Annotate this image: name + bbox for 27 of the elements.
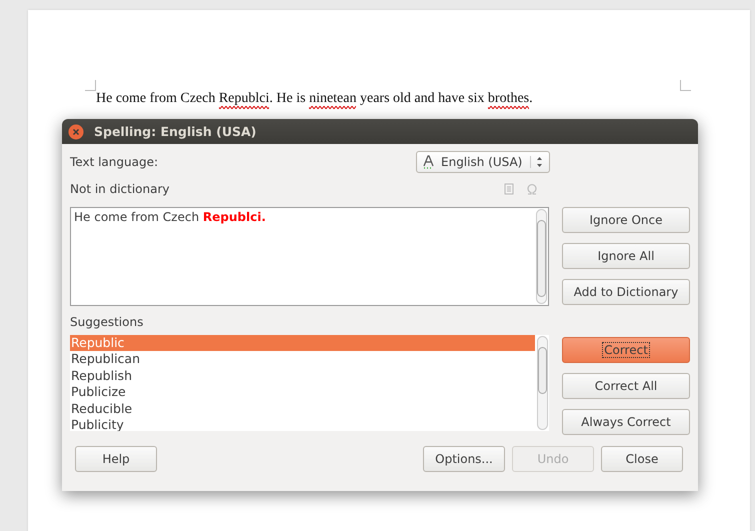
document-sentence: He come from Czech Republci. He is ninetean years old and have six brothes. <box>96 91 533 107</box>
language-dropdown[interactable]: English (USA) <box>416 151 550 173</box>
clipboard-icon[interactable] <box>504 183 514 195</box>
spinner-arrows-icon <box>530 156 543 168</box>
scrollbar[interactable] <box>537 336 548 430</box>
action-button[interactable]: Add to Dictionary <box>562 279 690 305</box>
close-icon[interactable] <box>68 124 84 140</box>
correct-button[interactable]: Always Correct <box>562 409 690 435</box>
footer-button[interactable]: Options... <box>423 446 505 472</box>
suggestion-item[interactable]: Publicize <box>70 384 535 401</box>
not-in-dictionary-label: Not in dictionary <box>70 182 170 196</box>
font-icon <box>423 155 435 169</box>
window-title: Spelling: English (USA) <box>94 124 256 139</box>
action-button[interactable]: Ignore Once <box>562 207 690 233</box>
suggestion-item[interactable]: Republish <box>70 368 535 384</box>
suggestion-item[interactable]: Republican <box>70 351 535 368</box>
action-button[interactable]: Ignore All <box>562 243 690 269</box>
footer-button[interactable]: Close <box>601 446 683 472</box>
omega-icon[interactable] <box>526 183 538 195</box>
scrollbar[interactable] <box>536 209 547 304</box>
text-language-label: Text language: <box>70 155 158 169</box>
suggestion-item[interactable]: Reducible <box>70 400 535 417</box>
help-button[interactable]: Help <box>75 446 157 472</box>
correct-button[interactable]: Correct All <box>562 373 690 399</box>
suggestions-label: Suggestions <box>70 315 144 329</box>
correct-button[interactable]: Correct <box>562 337 690 363</box>
sentence-field[interactable]: He come from Czech Republci. <box>70 207 549 306</box>
